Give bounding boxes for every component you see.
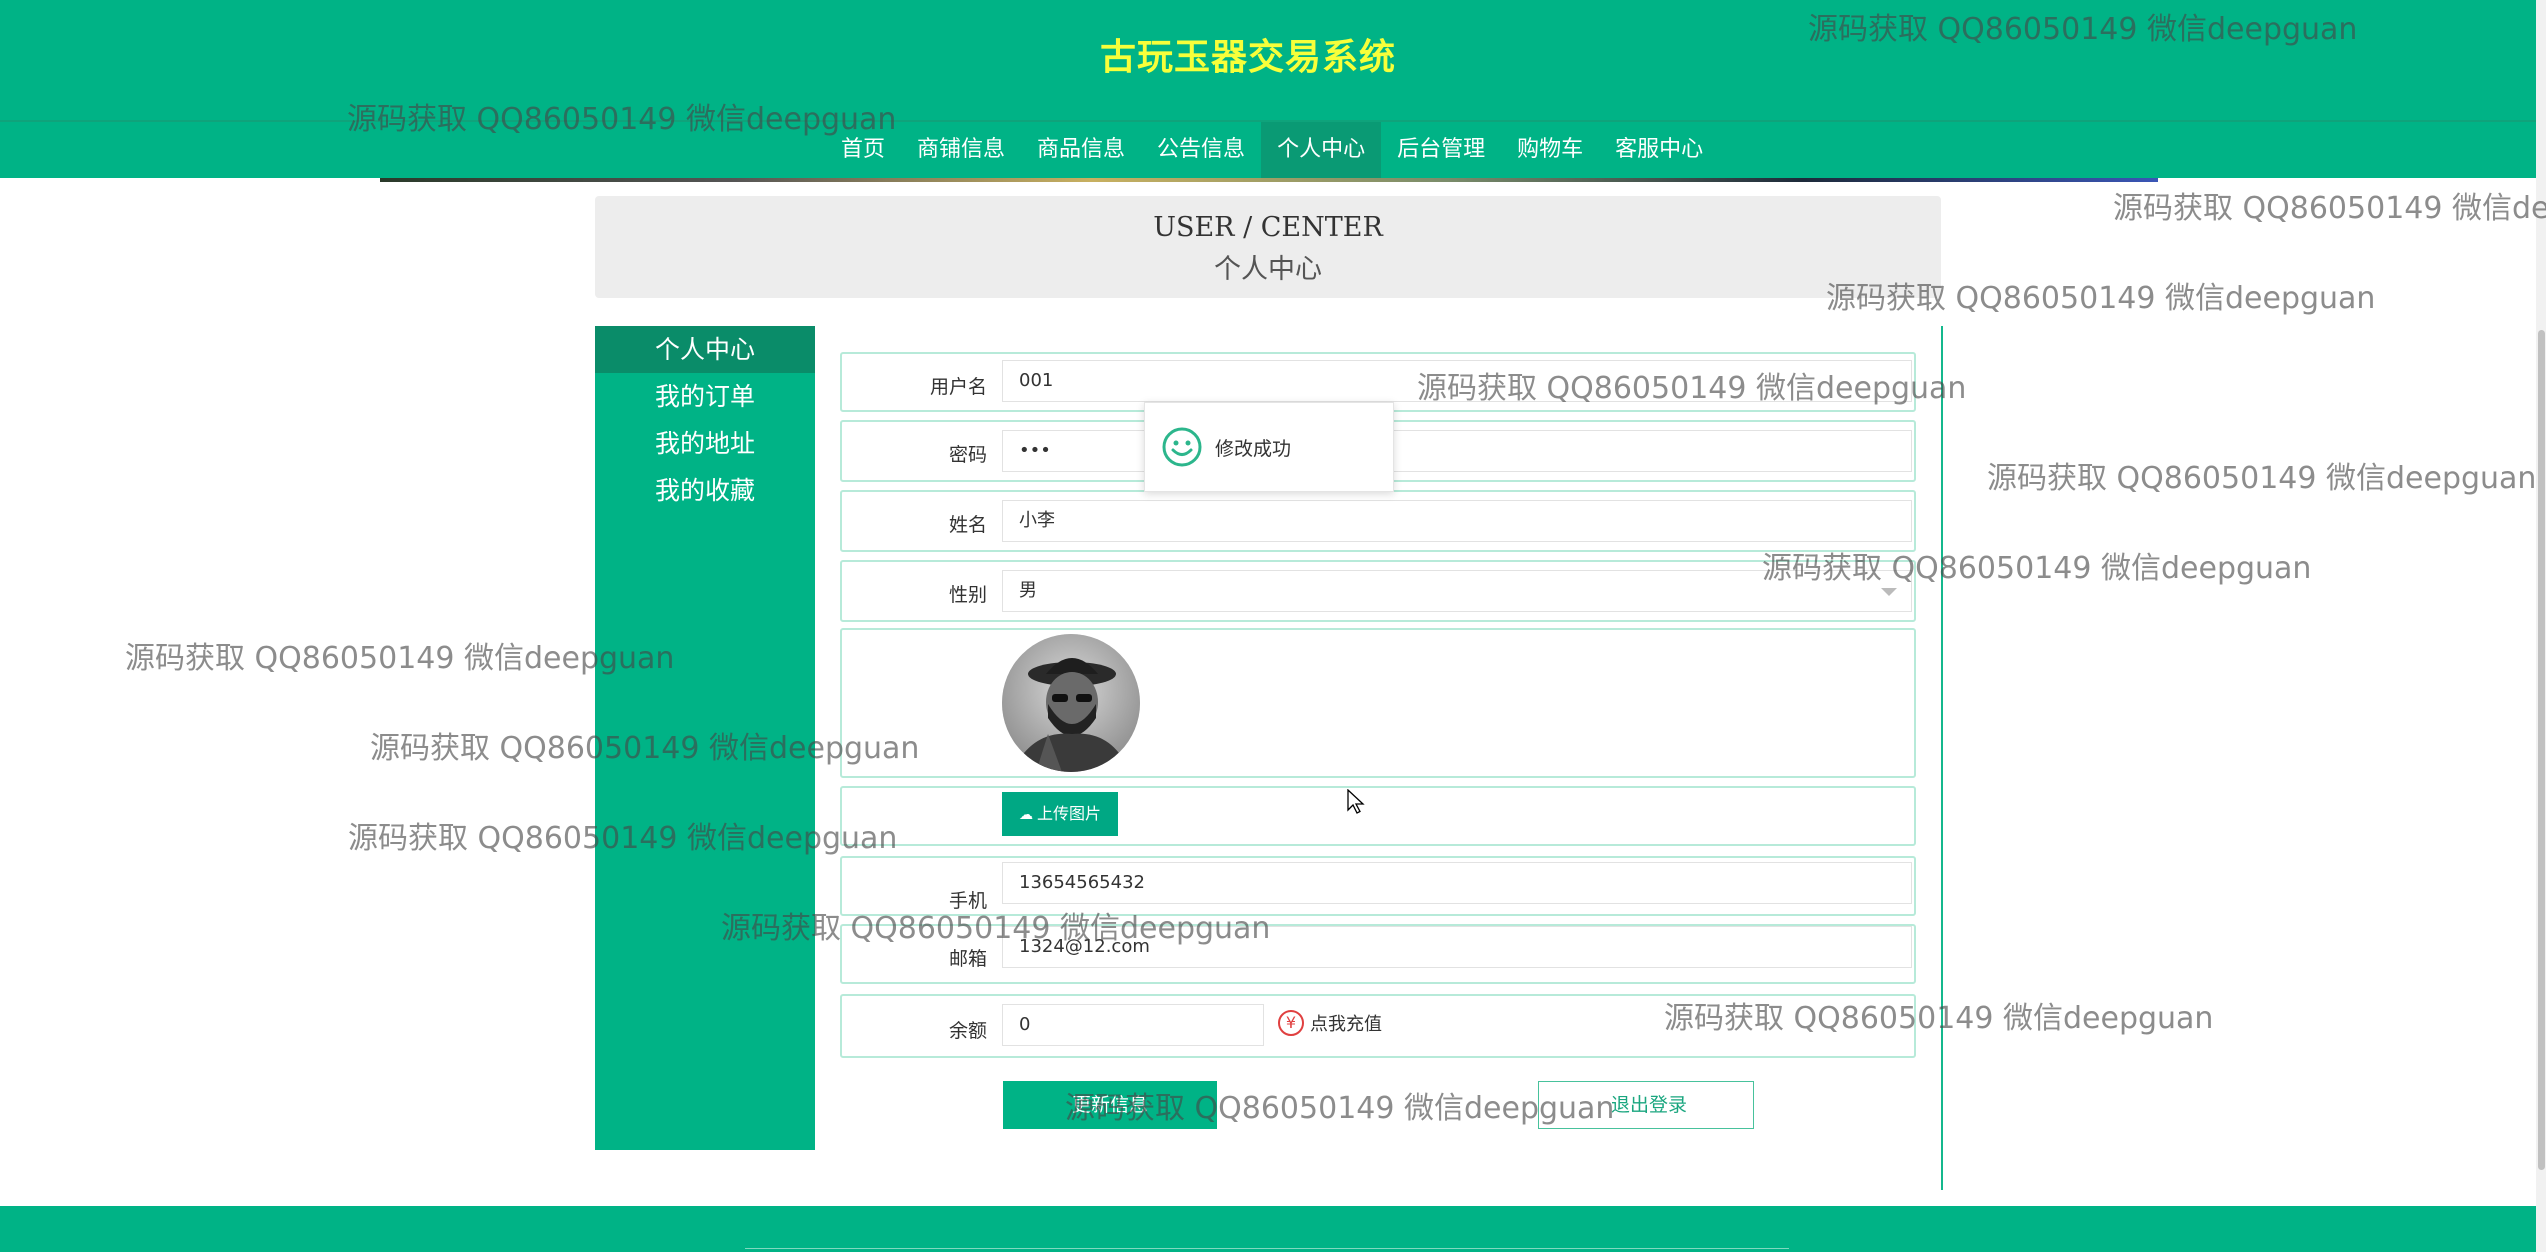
sidebar-item-address[interactable]: 我的地址 bbox=[595, 420, 815, 467]
watermark: 源码获取 QQ86050149 微信deepguan bbox=[1762, 551, 2312, 586]
scrollbar-thumb[interactable] bbox=[2538, 330, 2545, 1170]
content-divider bbox=[1941, 326, 1943, 1190]
watermark: 源码获取 QQ86050149 微信deepguan bbox=[2113, 191, 2546, 226]
nav-item-cart[interactable]: 购物车 bbox=[1501, 122, 1599, 178]
balance-label: 余额 bbox=[948, 1020, 987, 1042]
nav-item-notices[interactable]: 公告信息 bbox=[1141, 122, 1261, 178]
watermark: 源码获取 QQ86050149 微信deepguan bbox=[125, 641, 675, 676]
email-label: 邮箱 bbox=[948, 948, 987, 970]
page-header: USER / CENTER 个人中心 bbox=[595, 196, 1941, 298]
watermark: 源码获取 QQ86050149 微信deepguan bbox=[1987, 461, 2537, 496]
smile-icon bbox=[1161, 426, 1203, 468]
mouse-cursor-icon bbox=[1347, 788, 1365, 819]
username-label: 用户名 bbox=[929, 376, 987, 398]
recharge-link[interactable]: ¥ 点我充值 bbox=[1278, 1010, 1382, 1036]
password-field[interactable]: ••• bbox=[1002, 430, 1912, 472]
sidebar-item-favorites[interactable]: 我的收藏 bbox=[595, 467, 815, 514]
watermark: 源码获取 QQ86050149 微信deepguan bbox=[347, 102, 897, 137]
recharge-label: 点我充值 bbox=[1310, 1014, 1382, 1035]
watermark: 源码获取 QQ86050149 微信deepguan bbox=[1417, 371, 1967, 406]
upload-image-button[interactable]: ☁ 上传图片 bbox=[1002, 792, 1118, 836]
chevron-down-icon bbox=[1881, 588, 1897, 596]
balance-field[interactable]: 0 bbox=[1002, 1004, 1264, 1046]
page-title-en: USER / CENTER bbox=[1153, 212, 1383, 243]
watermark: 源码获取 QQ86050149 微信deepguan bbox=[1065, 1091, 1615, 1126]
nav-item-products[interactable]: 商品信息 bbox=[1021, 122, 1141, 178]
watermark: 源码获取 QQ86050149 微信deepguan bbox=[348, 821, 898, 856]
nav-item-admin[interactable]: 后台管理 bbox=[1381, 122, 1501, 178]
footer-divider bbox=[745, 1248, 1789, 1249]
gender-row: 性别 男 bbox=[840, 560, 1916, 622]
avatar-row bbox=[840, 628, 1916, 778]
name-field[interactable]: 小李 bbox=[1002, 500, 1912, 542]
name-label: 姓名 bbox=[948, 514, 987, 536]
sidebar-item-user-center[interactable]: 个人中心 bbox=[595, 326, 815, 373]
sidebar-item-orders[interactable]: 我的订单 bbox=[595, 373, 815, 420]
watermark: 源码获取 QQ86050149 微信deepguan bbox=[1808, 12, 2358, 47]
yen-icon: ¥ bbox=[1278, 1010, 1304, 1036]
watermark: 源码获取 QQ86050149 微信deepguan bbox=[370, 731, 920, 766]
page-title-cn: 个人中心 bbox=[1214, 254, 1322, 285]
nav-item-user-center[interactable]: 个人中心 bbox=[1261, 122, 1382, 178]
password-label: 密码 bbox=[948, 444, 987, 466]
watermark: 源码获取 QQ86050149 微信deepguan bbox=[1826, 281, 2376, 316]
avatar bbox=[1002, 634, 1140, 772]
gender-select-value: 男 bbox=[1019, 580, 1037, 601]
cloud-upload-icon: ☁ bbox=[1018, 807, 1033, 823]
watermark: 源码获取 QQ86050149 微信deepguan bbox=[1664, 1001, 2214, 1036]
toast-message: 修改成功 bbox=[1215, 437, 1292, 460]
main-nav: 首页 商铺信息 商品信息 公告信息 个人中心 后台管理 购物车 客服中心 bbox=[825, 122, 1719, 178]
success-toast: 修改成功 bbox=[1144, 402, 1394, 492]
upload-button-label: 上传图片 bbox=[1036, 804, 1101, 823]
gender-label: 性别 bbox=[948, 584, 987, 606]
name-row: 姓名 小李 bbox=[840, 490, 1916, 552]
nav-item-service[interactable]: 客服中心 bbox=[1599, 122, 1719, 178]
watermark: 源码获取 QQ86050149 微信deepguan bbox=[721, 911, 1271, 946]
upload-row: ☁ 上传图片 bbox=[840, 786, 1916, 846]
phone-field[interactable]: 13654565432 bbox=[1002, 862, 1912, 904]
banner-image-strip bbox=[380, 178, 2158, 182]
nav-item-shops[interactable]: 商铺信息 bbox=[901, 122, 1021, 178]
footer bbox=[0, 1206, 2546, 1252]
